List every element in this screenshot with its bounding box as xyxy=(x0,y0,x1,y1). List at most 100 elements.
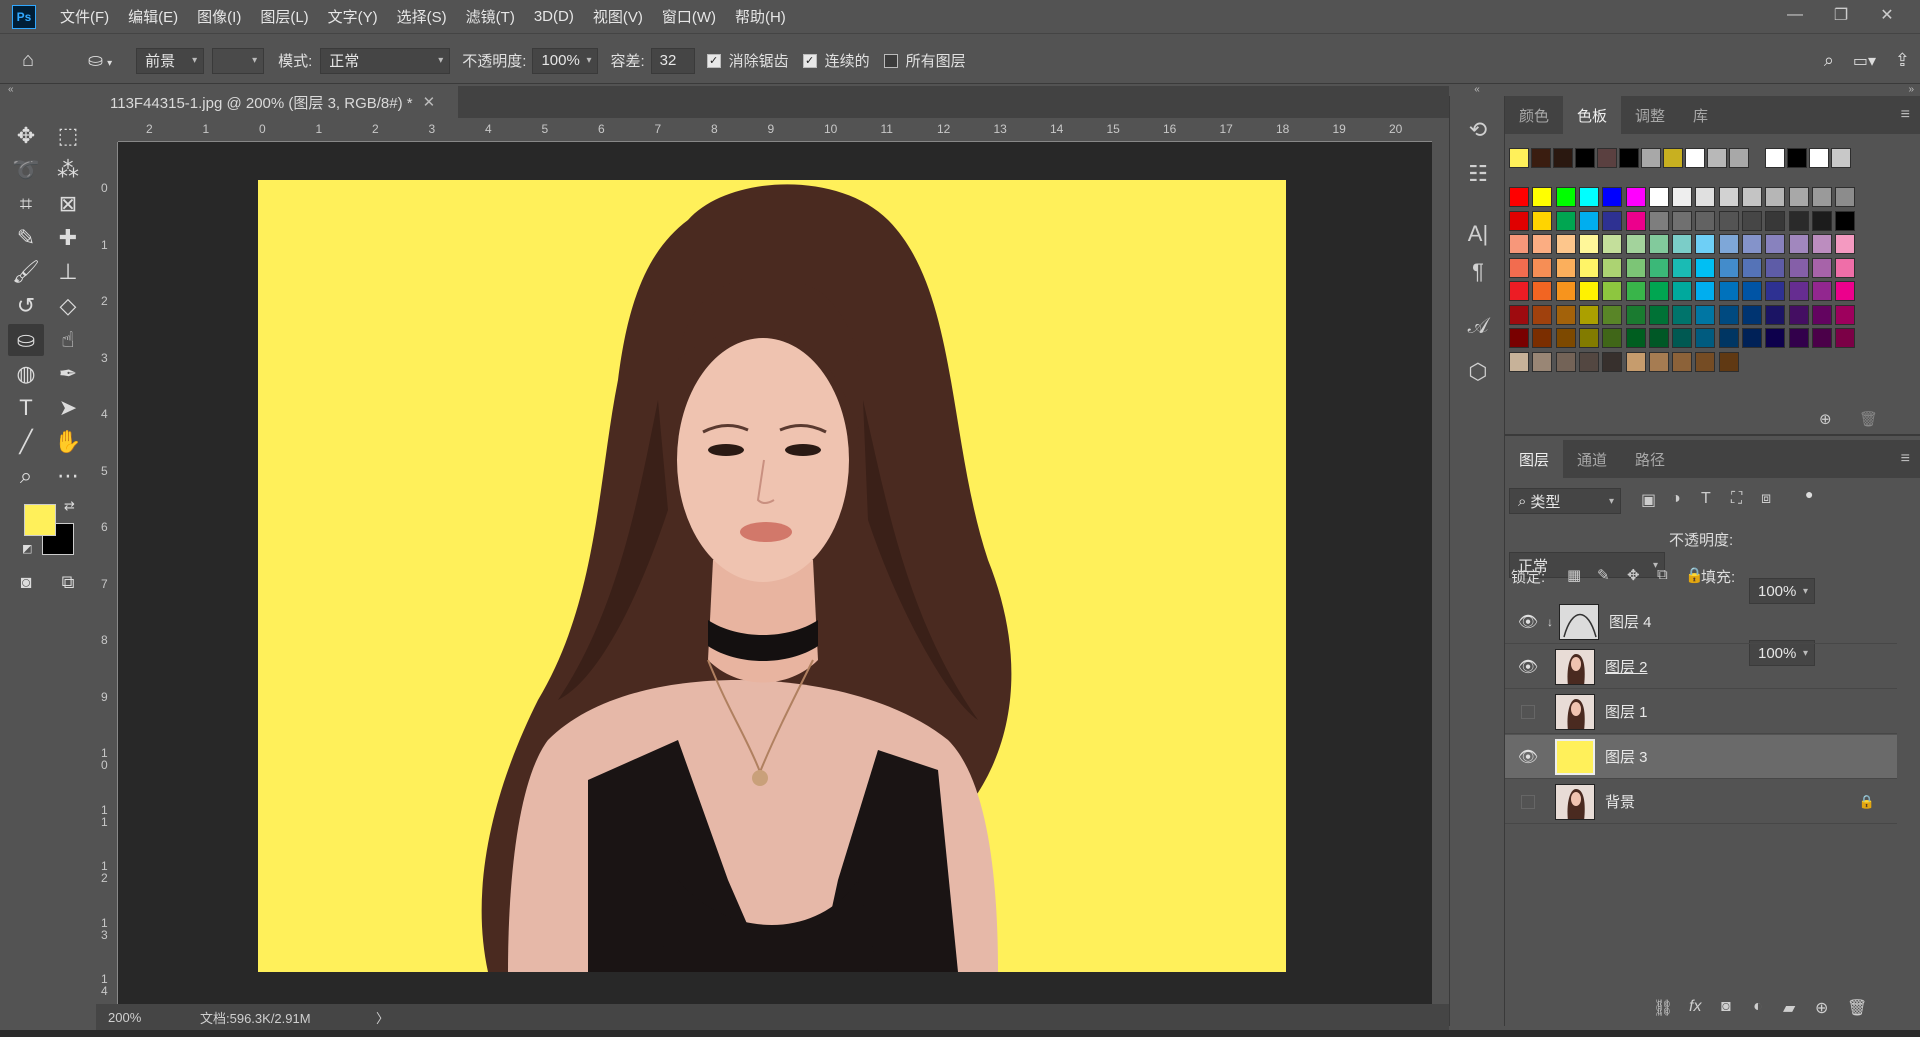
swatch[interactable] xyxy=(1625,257,1646,278)
swatch[interactable] xyxy=(1509,351,1529,372)
paint-bucket-tool-icon[interactable]: ⛀ xyxy=(8,324,44,356)
swatch[interactable] xyxy=(1788,187,1809,207)
search-icon[interactable]: ⌕ xyxy=(1824,50,1834,71)
tab-layers[interactable]: 图层 xyxy=(1505,440,1564,478)
swatch[interactable] xyxy=(1602,187,1623,207)
layer-name[interactable]: 图层 1 xyxy=(1605,701,1648,722)
swatch[interactable] xyxy=(1811,210,1832,231)
swatch[interactable] xyxy=(1742,281,1762,301)
swatch[interactable] xyxy=(1788,257,1809,278)
3d-icon[interactable]: ⬡ xyxy=(1460,354,1496,390)
swatch[interactable] xyxy=(1509,257,1529,278)
filter-type-icon[interactable]: T xyxy=(1701,490,1711,508)
menu-view[interactable]: 视图(V) xyxy=(593,6,643,27)
filter-smart-object-icon[interactable]: ⧈ xyxy=(1761,490,1771,508)
document-canvas[interactable] xyxy=(258,180,1286,972)
swatch[interactable] xyxy=(1742,187,1762,207)
recent-swatch[interactable] xyxy=(1531,148,1551,168)
swatch[interactable] xyxy=(1602,304,1623,325)
swatch[interactable] xyxy=(1695,210,1716,231)
swatch[interactable] xyxy=(1509,210,1529,231)
mode-select[interactable]: 正常 ▾ xyxy=(320,47,451,74)
swatch[interactable] xyxy=(1742,304,1762,325)
paint-bucket-preset-icon[interactable]: ⛀ ▾ xyxy=(88,50,112,71)
swatch[interactable] xyxy=(1578,351,1599,372)
swatch[interactable] xyxy=(1602,351,1623,372)
brush-tool-icon[interactable]: 🖌 xyxy=(8,256,44,288)
home-icon[interactable]: ⌂ xyxy=(22,49,50,72)
swatch[interactable] xyxy=(1835,328,1856,348)
tab-adjustments[interactable]: 调整 xyxy=(1621,96,1679,134)
visibility-toggle-off[interactable] xyxy=(1521,794,1535,809)
swatch[interactable] xyxy=(1672,187,1693,207)
swatch[interactable] xyxy=(1788,234,1809,254)
crop-tool-icon[interactable]: ⌗ xyxy=(8,188,44,220)
swatch[interactable] xyxy=(1625,304,1646,325)
lock-transparency-icon[interactable]: ▦ xyxy=(1567,566,1581,584)
layer-row-2[interactable]: 👁 图层 2 xyxy=(1505,645,1897,689)
new-layer-icon[interactable]: ⊕ xyxy=(1815,998,1828,1018)
menu-edit[interactable]: 编辑(E) xyxy=(128,6,178,27)
healing-brush-tool-icon[interactable]: ✚ xyxy=(50,222,86,254)
path-selection-tool-icon[interactable]: ➤ xyxy=(50,392,86,424)
delete-layer-icon[interactable]: 🗑 xyxy=(1847,998,1867,1018)
swatch[interactable] xyxy=(1625,328,1646,348)
visibility-eye-icon[interactable]: 👁 xyxy=(1513,747,1543,767)
recent-swatch[interactable] xyxy=(1787,148,1807,168)
pattern-picker[interactable]: ▾ xyxy=(212,47,265,74)
swatch[interactable] xyxy=(1788,281,1809,301)
menu-image[interactable]: 图像(I) xyxy=(197,6,241,27)
menu-help[interactable]: 帮助(H) xyxy=(735,6,786,27)
swatch[interactable] xyxy=(1811,328,1832,348)
swatch[interactable] xyxy=(1509,328,1529,348)
swatch[interactable] xyxy=(1555,281,1576,301)
recent-swatch[interactable] xyxy=(1597,148,1617,168)
visibility-eye-icon[interactable]: 👁 xyxy=(1513,657,1543,677)
workspace-icon[interactable]: ▭▾ xyxy=(1853,51,1876,71)
fill-source-select[interactable]: 前景 ▾ xyxy=(136,47,205,74)
swatch[interactable] xyxy=(1532,234,1553,254)
new-group-icon[interactable]: ▰ xyxy=(1783,998,1795,1018)
swatch[interactable] xyxy=(1672,257,1693,278)
hand-tool-icon[interactable]: ✋ xyxy=(50,426,86,458)
swatch[interactable] xyxy=(1695,328,1716,348)
swatch[interactable] xyxy=(1742,210,1762,231)
icon-column-collapse-icon[interactable]: « xyxy=(1449,84,1505,96)
swatch[interactable] xyxy=(1555,257,1576,278)
swatch[interactable] xyxy=(1602,257,1623,278)
swatch[interactable] xyxy=(1555,304,1576,325)
layer-filter-select[interactable]: ⌕ 类型 ▾ xyxy=(1509,488,1621,514)
swatch[interactable] xyxy=(1765,234,1786,254)
swatch[interactable] xyxy=(1718,304,1739,325)
marquee-tool-icon[interactable]: ⬚ xyxy=(50,120,86,152)
swatch[interactable] xyxy=(1578,304,1599,325)
menu-3d[interactable]: 3D(D) xyxy=(534,8,574,25)
document-size[interactable]: 文档:596.3K/2.91M xyxy=(200,1008,376,1027)
swatch[interactable] xyxy=(1555,351,1576,372)
lasso-tool-icon[interactable]: ➰ xyxy=(8,154,44,186)
swatch[interactable] xyxy=(1695,257,1716,278)
menu-window[interactable]: 窗口(W) xyxy=(662,6,716,27)
layer-row-4[interactable]: 👁 ↓ 图层 4 xyxy=(1505,600,1897,644)
swatch[interactable] xyxy=(1625,187,1646,207)
swatch[interactable] xyxy=(1672,304,1693,325)
swatch[interactable] xyxy=(1672,351,1693,372)
menu-select[interactable]: 选择(S) xyxy=(397,6,447,27)
swatch[interactable] xyxy=(1811,257,1832,278)
eyedropper-tool-icon[interactable]: ✎ xyxy=(8,222,44,254)
default-colors-icon[interactable]: ◩ xyxy=(22,542,32,555)
contiguous-checkbox[interactable]: ✓ xyxy=(802,53,817,68)
zoom-tool-icon[interactable]: ⌕ xyxy=(8,460,44,492)
pen-tool-icon[interactable]: ✒ xyxy=(50,358,86,390)
menu-layer[interactable]: 图层(L) xyxy=(260,6,308,27)
swatch[interactable] xyxy=(1509,304,1529,325)
swatch[interactable] xyxy=(1648,187,1669,207)
swatch[interactable] xyxy=(1648,257,1669,278)
new-swatch-icon[interactable]: ⊕ xyxy=(1819,410,1832,428)
link-layers-icon[interactable]: ⛓ xyxy=(1653,998,1673,1018)
recent-swatch[interactable] xyxy=(1553,148,1573,168)
dodge-tool-icon[interactable]: ◍ xyxy=(8,358,44,390)
eraser-tool-icon[interactable]: ◇ xyxy=(50,290,86,322)
swatch[interactable] xyxy=(1648,304,1669,325)
layer-row-background[interactable]: 背景 🔒 xyxy=(1505,780,1897,824)
